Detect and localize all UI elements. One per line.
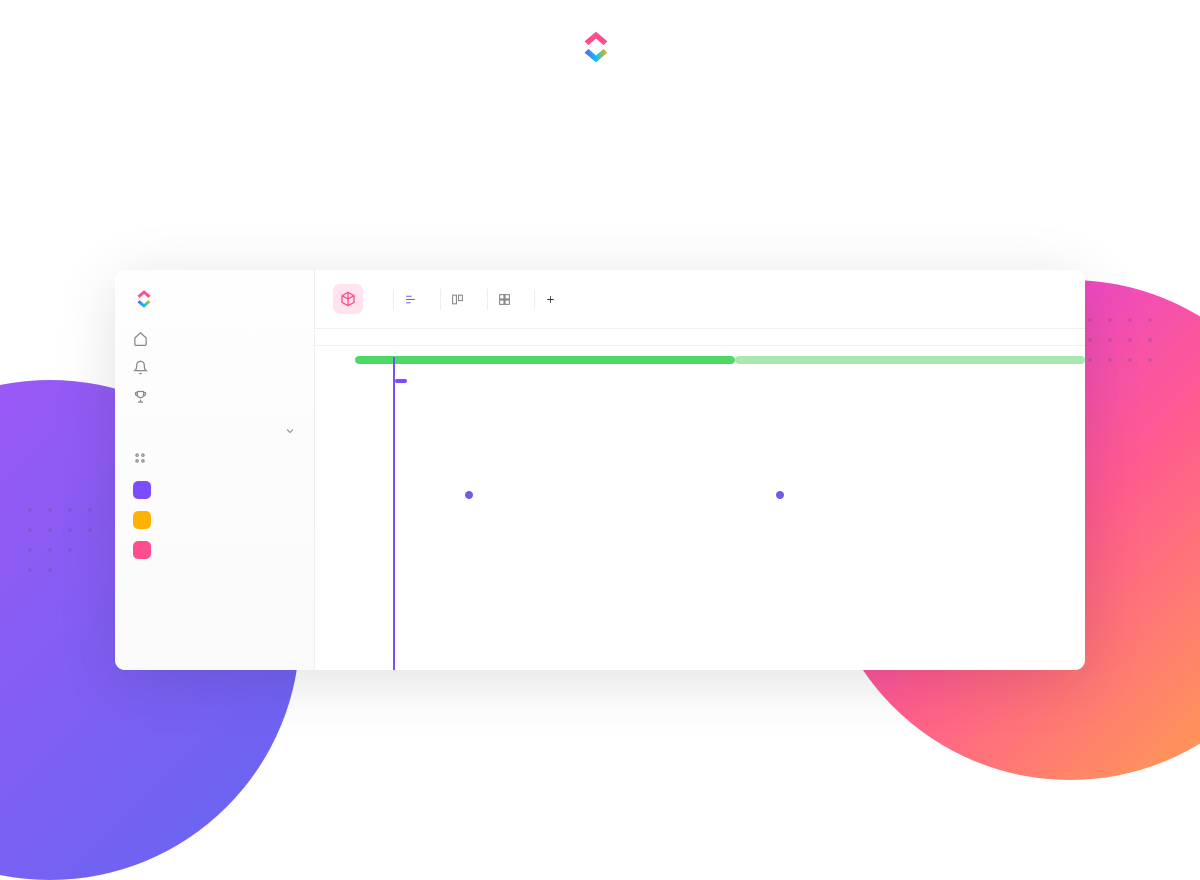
main-panel — [315, 270, 1085, 670]
topbar — [315, 270, 1085, 329]
space-badge — [133, 481, 151, 499]
space-everything[interactable] — [115, 445, 314, 475]
timeline-header — [315, 329, 1085, 346]
trophy-icon — [133, 389, 148, 404]
sidebar-logo[interactable] — [115, 288, 314, 324]
milestone-dot[interactable] — [465, 491, 473, 499]
grid-icon — [133, 451, 147, 469]
app-window — [115, 270, 1085, 670]
week-label — [572, 329, 829, 345]
view-tab-box[interactable] — [487, 289, 526, 310]
gantt-body[interactable] — [315, 346, 1085, 670]
project-icon-box[interactable] — [333, 284, 363, 314]
board-icon — [451, 293, 464, 306]
grid-columns — [315, 346, 1085, 670]
view-tab-board[interactable] — [440, 289, 479, 310]
nav-goals[interactable] — [115, 382, 314, 411]
nav-notifications[interactable] — [115, 353, 314, 382]
clickup-logo-icon — [133, 288, 155, 310]
gantt-icon — [404, 293, 417, 306]
nav-home[interactable] — [115, 324, 314, 353]
home-icon — [133, 331, 148, 346]
milestone-dot[interactable] — [776, 491, 784, 499]
space-product[interactable] — [115, 535, 314, 565]
space-badge — [133, 541, 151, 559]
plus-icon — [545, 294, 556, 305]
add-view-button[interactable] — [534, 290, 570, 309]
dots-decoration-left — [20, 500, 120, 600]
hero-logo — [0, 0, 1200, 66]
progress-bar-planned — [735, 356, 1085, 364]
space-marketing[interactable] — [115, 505, 314, 535]
chevron-down-icon — [284, 425, 296, 437]
today-flag — [395, 379, 407, 383]
clickup-logo-icon — [577, 28, 615, 66]
sidebar — [115, 270, 315, 670]
box-view-icon — [498, 293, 511, 306]
view-tab-gantt[interactable] — [393, 289, 432, 310]
week-label — [315, 329, 572, 345]
cube-icon — [340, 291, 356, 307]
spaces-header[interactable] — [115, 411, 314, 445]
today-marker — [393, 357, 395, 670]
week-label — [828, 329, 1085, 345]
bell-icon — [133, 360, 148, 375]
progress-bar-complete — [355, 356, 735, 364]
space-badge — [133, 511, 151, 529]
space-development[interactable] — [115, 475, 314, 505]
